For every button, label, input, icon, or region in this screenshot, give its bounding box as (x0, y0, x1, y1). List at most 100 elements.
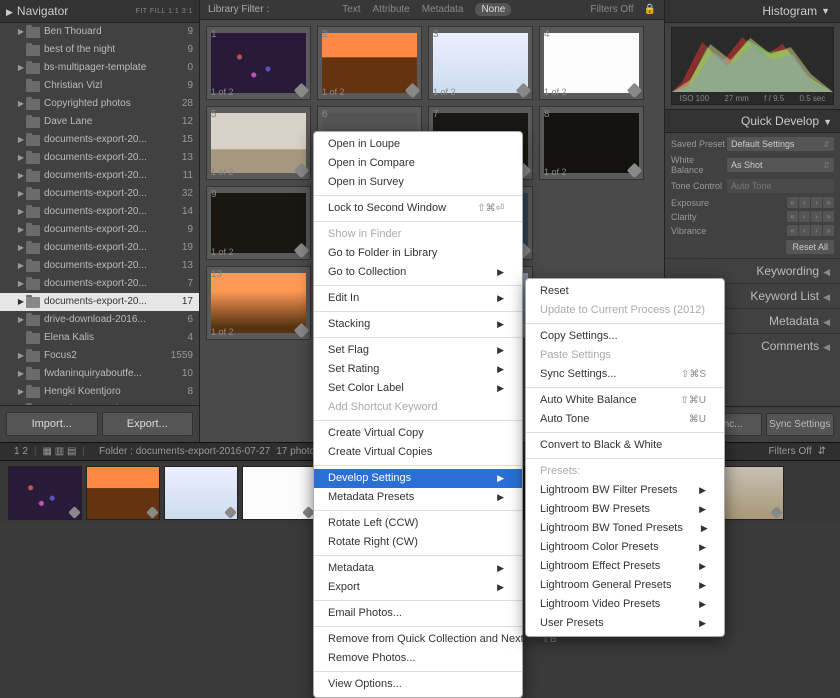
menu-item[interactable]: Develop Settings▶ (314, 469, 522, 488)
menu-item[interactable]: Reset (526, 282, 724, 301)
menu-item[interactable]: Export▶ (314, 578, 522, 597)
menu-item[interactable]: Go to Collection▶ (314, 263, 522, 282)
menu-item[interactable]: Auto Tone⌘U (526, 410, 724, 429)
grid-thumbnail[interactable]: 51 of 2 (206, 106, 311, 180)
filmstrip-thumbnail[interactable] (242, 466, 316, 520)
filmstrip-thumbnail[interactable] (8, 466, 82, 520)
folder-row[interactable]: ▶documents-export-20...13 (0, 149, 199, 167)
grid-thumbnail[interactable]: 91 of 2 (206, 186, 311, 260)
folder-row[interactable]: ▶drive-download-2016...6 (0, 311, 199, 329)
step-minus[interactable]: ‹ (799, 225, 810, 236)
folder-row[interactable]: ▶documents-export-20...17 (0, 293, 199, 311)
folder-row[interactable]: ▶Ben Thouard9 (0, 23, 199, 41)
folder-row[interactable]: ▶documents-export-20...14 (0, 203, 199, 221)
folder-row[interactable]: Christian Vizl9 (0, 77, 199, 95)
menu-item[interactable]: Go to Folder in Library (314, 244, 522, 263)
quick-develop-header[interactable]: Quick Develop▼ (665, 109, 840, 133)
menu-item[interactable]: Set Rating▶ (314, 360, 522, 379)
filmstrip-filters-off[interactable]: Filters Off (768, 446, 811, 457)
step-minus[interactable]: ‹ (799, 197, 810, 208)
page-indicator[interactable]: 1 2 (8, 446, 34, 457)
menu-item[interactable]: Copy Settings... (526, 327, 724, 346)
grid-thumbnail[interactable]: 31 of 2 (428, 26, 533, 100)
menu-item[interactable]: Remove from Quick Collection and Next⇧B (314, 630, 522, 649)
menu-item[interactable]: Sync Settings...⇧⌘S (526, 365, 724, 384)
white-balance-select[interactable]: As Shot⇵ (727, 158, 834, 172)
folder-row[interactable]: ▶documents-export-20...15 (0, 131, 199, 149)
sync-settings-button[interactable]: Sync Settings (766, 413, 835, 436)
folder-row[interactable]: Dave Lane12 (0, 113, 199, 131)
menu-item[interactable]: Lightroom Color Presets▶ (526, 538, 724, 557)
step-minus-big[interactable]: « (787, 225, 798, 236)
filter-none[interactable]: None (475, 3, 511, 16)
menu-item[interactable]: Set Color Label▶ (314, 379, 522, 398)
filters-off[interactable]: Filters Off (590, 4, 633, 15)
menu-item[interactable]: Convert to Black & White (526, 436, 724, 455)
menu-item[interactable]: Open in Loupe (314, 135, 522, 154)
lock-icon[interactable]: 🔒 (644, 4, 656, 15)
filter-text[interactable]: Text (342, 4, 360, 15)
step-plus-big[interactable]: » (823, 225, 834, 236)
menu-item[interactable]: Set Flag▶ (314, 341, 522, 360)
folder-row[interactable]: ▶documents-export-20...13 (0, 257, 199, 275)
step-minus-big[interactable]: « (787, 211, 798, 222)
export-button[interactable]: Export... (102, 412, 194, 436)
folder-row[interactable]: best of the night9 (0, 41, 199, 59)
menu-item[interactable]: Create Virtual Copies (314, 443, 522, 462)
menu-item[interactable]: Create Virtual Copy (314, 424, 522, 443)
navigator-zoom-opts[interactable]: FIT FILL 1:1 3:1 (136, 8, 193, 15)
step-minus-big[interactable]: « (787, 197, 798, 208)
folder-row[interactable]: ▶documents-export-20...32 (0, 185, 199, 203)
folder-row[interactable]: ▶fwdaninquiryaboutfe...10 (0, 365, 199, 383)
filmstrip-thumbnail[interactable] (164, 466, 238, 520)
folder-row[interactable]: ▶documents-export-20...7 (0, 275, 199, 293)
menu-item[interactable]: User Presets▶ (526, 614, 724, 633)
step-minus[interactable]: ‹ (799, 211, 810, 222)
filter-attribute[interactable]: Attribute (373, 4, 410, 15)
folder-row[interactable]: ▶Copyrighted photos28 (0, 95, 199, 113)
grid-thumbnail[interactable]: 21 of 2 (317, 26, 422, 100)
folder-row[interactable]: ▶documents-export-20...9 (0, 221, 199, 239)
grid-thumbnail[interactable]: 81 of 2 (539, 106, 644, 180)
menu-item[interactable]: Remove Photos... (314, 649, 522, 668)
menu-item[interactable]: Stacking▶ (314, 315, 522, 334)
tone-control-button[interactable]: Auto Tone (727, 179, 834, 193)
menu-item[interactable]: Auto White Balance⇧⌘U (526, 391, 724, 410)
menu-item[interactable]: Rotate Left (CCW) (314, 514, 522, 533)
import-button[interactable]: Import... (6, 412, 98, 436)
menu-item[interactable]: Open in Compare (314, 154, 522, 173)
folder-row[interactable]: ▶documents-export-20...11 (0, 167, 199, 185)
step-plus[interactable]: › (811, 225, 822, 236)
menu-item[interactable]: Lightroom BW Toned Presets▶ (526, 519, 724, 538)
menu-item[interactable]: Lightroom General Presets▶ (526, 576, 724, 595)
folder-row[interactable]: ▶Focus21559 (0, 347, 199, 365)
menu-item[interactable]: Metadata▶ (314, 559, 522, 578)
folder-row[interactable]: ▶documents-export-20...19 (0, 239, 199, 257)
menu-item[interactable]: Rotate Right (CW) (314, 533, 522, 552)
menu-item[interactable]: Email Photos... (314, 604, 522, 623)
menu-item[interactable]: Metadata Presets▶ (314, 488, 522, 507)
menu-item[interactable]: Lightroom Effect Presets▶ (526, 557, 724, 576)
menu-item[interactable]: Lightroom Video Presets▶ (526, 595, 724, 614)
menu-item[interactable]: Lightroom BW Presets▶ (526, 500, 724, 519)
menu-item[interactable]: Lightroom BW Filter Presets▶ (526, 481, 724, 500)
folder-row[interactable]: Elena Kalis4 (0, 329, 199, 347)
reset-all-button[interactable]: Reset All (786, 240, 834, 254)
filter-metadata[interactable]: Metadata (422, 4, 464, 15)
grid-thumbnail[interactable]: 11 of 2 (206, 26, 311, 100)
filmstrip-thumbnail[interactable] (86, 466, 160, 520)
grid-thumbnail[interactable]: 131 of 2 (206, 266, 311, 340)
menu-item[interactable]: Open in Survey (314, 173, 522, 192)
folder-row[interactable]: ▶bs-multipager-template0 (0, 59, 199, 77)
grid-thumbnail[interactable]: 41 of 2 (539, 26, 644, 100)
menu-item[interactable]: Lock to Second Window⇧⌘⏎ (314, 199, 522, 218)
step-plus-big[interactable]: » (823, 197, 834, 208)
histogram-header[interactable]: Histogram▼ (665, 0, 840, 23)
breadcrumb-folder[interactable]: Folder : documents-export-2016-07-27 (99, 446, 270, 457)
folder-row[interactable]: ▶Hengki Koentjoro8 (0, 383, 199, 401)
menu-item[interactable]: Edit In▶ (314, 289, 522, 308)
step-plus[interactable]: › (811, 197, 822, 208)
step-plus-big[interactable]: » (823, 211, 834, 222)
saved-preset-select[interactable]: Default Settings⇵ (727, 137, 834, 151)
navigator-header[interactable]: ▶Navigator FIT FILL 1:1 3:1 (0, 0, 199, 23)
